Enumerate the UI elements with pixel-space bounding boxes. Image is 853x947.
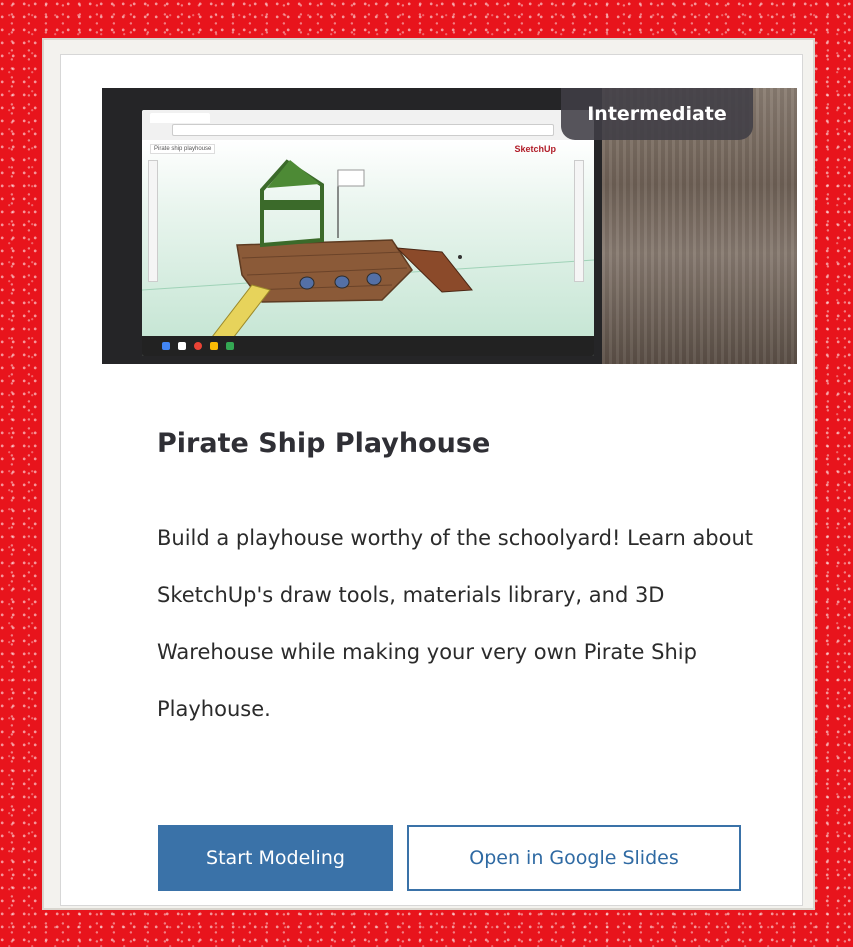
model-canvas <box>142 140 594 336</box>
chrome-icon <box>194 342 202 350</box>
pirate-ship-model-icon <box>142 159 594 336</box>
laptop-screen-image: SketchUp Pirate ship playhouse <box>142 110 594 356</box>
app-icon <box>178 342 186 350</box>
open-google-slides-button[interactable]: Open in Google Slides <box>407 825 741 891</box>
card-description: Build a playhouse worthy of the schoolya… <box>157 526 754 721</box>
left-tool-palette <box>148 160 158 282</box>
start-modeling-button[interactable]: Start Modeling <box>158 825 393 891</box>
sketchup-logo-icon: SketchUp <box>514 144 556 154</box>
os-taskbar <box>142 336 594 356</box>
model-name-tab: Pirate ship playhouse <box>150 144 216 154</box>
card-title: Pirate Ship Playhouse <box>157 428 491 459</box>
right-tool-palette <box>574 160 584 282</box>
files-icon <box>210 342 218 350</box>
browser-bar <box>142 110 594 141</box>
difficulty-badge: Intermediate <box>561 88 753 140</box>
browser-tab <box>150 113 210 123</box>
launcher-icon <box>162 342 170 350</box>
url-bar <box>172 124 554 136</box>
docs-icon <box>226 342 234 350</box>
